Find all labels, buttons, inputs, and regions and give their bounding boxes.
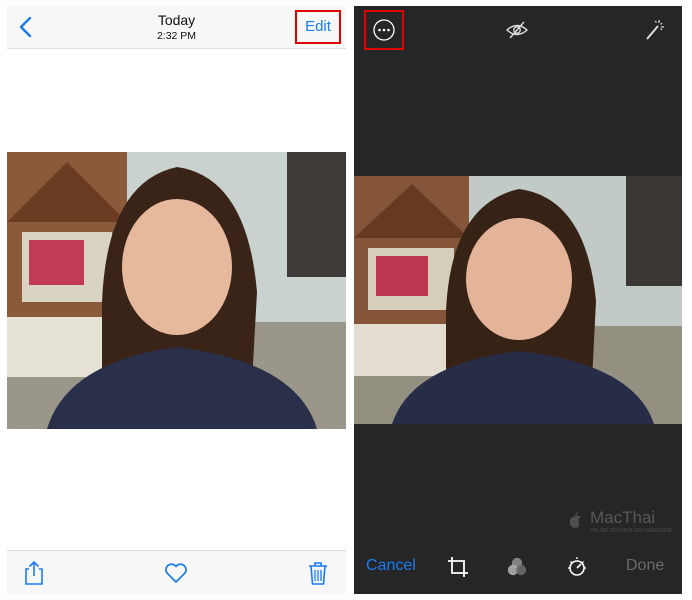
- trash-icon[interactable]: [305, 560, 331, 586]
- hide-eye-icon[interactable]: [505, 18, 529, 42]
- heart-icon[interactable]: [163, 560, 189, 586]
- edit-button[interactable]: Edit: [295, 10, 341, 44]
- photo-editor-screen: MacThai ONLINE TECHNOLOGY MAGAZINE Cance…: [354, 6, 682, 594]
- cancel-button[interactable]: Cancel: [366, 557, 416, 575]
- watermark-brand: MacThai: [590, 508, 656, 527]
- macthai-watermark: MacThai ONLINE TECHNOLOGY MAGAZINE: [560, 504, 678, 540]
- photo-viewer-screen: Today 2:32 PM Edit: [7, 6, 346, 594]
- crop-icon[interactable]: [446, 555, 470, 579]
- done-button[interactable]: Done: [626, 557, 664, 575]
- more-options-button[interactable]: [364, 10, 404, 50]
- photo[interactable]: [354, 176, 682, 424]
- navigation-bar: Today 2:32 PM Edit: [7, 6, 346, 49]
- share-icon[interactable]: [21, 560, 47, 586]
- watermark-tagline: ONLINE TECHNOLOGY MAGAZINE: [590, 528, 673, 534]
- more-options-icon: [373, 19, 395, 41]
- magic-wand-icon[interactable]: [642, 18, 666, 42]
- bottom-toolbar: [7, 550, 346, 594]
- photo[interactable]: [7, 152, 346, 429]
- apple-logo-icon: [569, 512, 581, 528]
- adjust-icon[interactable]: [565, 555, 589, 579]
- filters-icon[interactable]: [505, 555, 529, 579]
